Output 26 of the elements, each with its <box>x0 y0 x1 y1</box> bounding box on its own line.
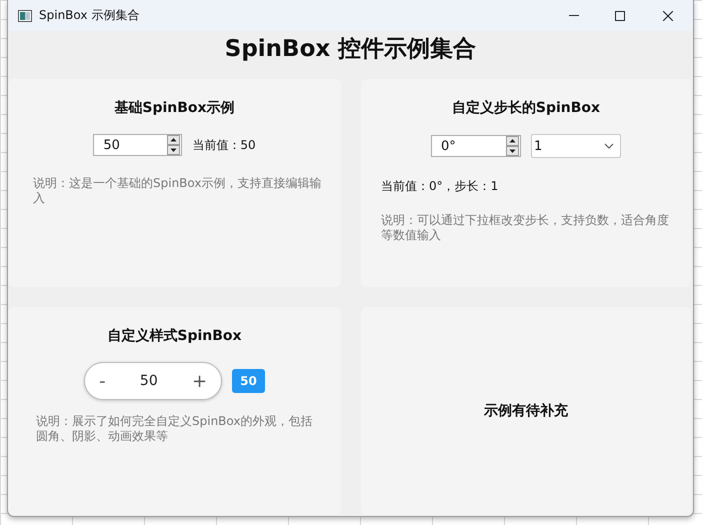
decrement-button[interactable]: - <box>97 370 108 392</box>
description-text: 说明：可以通过下拉框改变步长，支持负数，适合角度等数值输入 <box>380 213 670 243</box>
current-value-label: 当前值：50 <box>192 136 256 154</box>
card-title: 自定义样式SpinBox <box>107 327 242 345</box>
increment-button[interactable]: + <box>190 370 210 392</box>
value-badge: 50 <box>232 369 265 393</box>
window-title: SpinBox 示例集合 <box>39 7 140 24</box>
minimize-icon <box>569 15 579 16</box>
spinbox-value: 50 <box>140 373 158 389</box>
current-value-label: 当前值：0°，步长：1 <box>380 178 500 195</box>
app-icon <box>18 10 32 22</box>
styled-spinbox[interactable]: - 50 + <box>84 362 222 400</box>
spinbox[interactable]: 50 <box>93 134 182 156</box>
description-text: 说明：这是一个基础的SpinBox示例，支持直接编辑输入 <box>32 176 322 206</box>
spinbox-value: 50 <box>102 138 121 152</box>
description-text: 说明：展示了如何完全自定义SpinBox的外观，包括圆角、阴影、动画效果等 <box>35 414 314 444</box>
card-title: 示例有待补充 <box>484 402 568 420</box>
page-heading: SpinBox 控件示例集合 <box>224 35 476 64</box>
card-title: 基础SpinBox示例 <box>114 99 235 117</box>
spinbox[interactable]: 0° <box>431 135 521 157</box>
close-icon <box>663 10 673 20</box>
step-dropdown[interactable]: 1 <box>531 134 621 158</box>
maximize-icon <box>615 10 625 20</box>
card-title: 自定义步长的SpinBox <box>452 99 600 117</box>
chevron-down-icon <box>604 143 614 149</box>
spinbox-value: 0° <box>440 138 457 154</box>
